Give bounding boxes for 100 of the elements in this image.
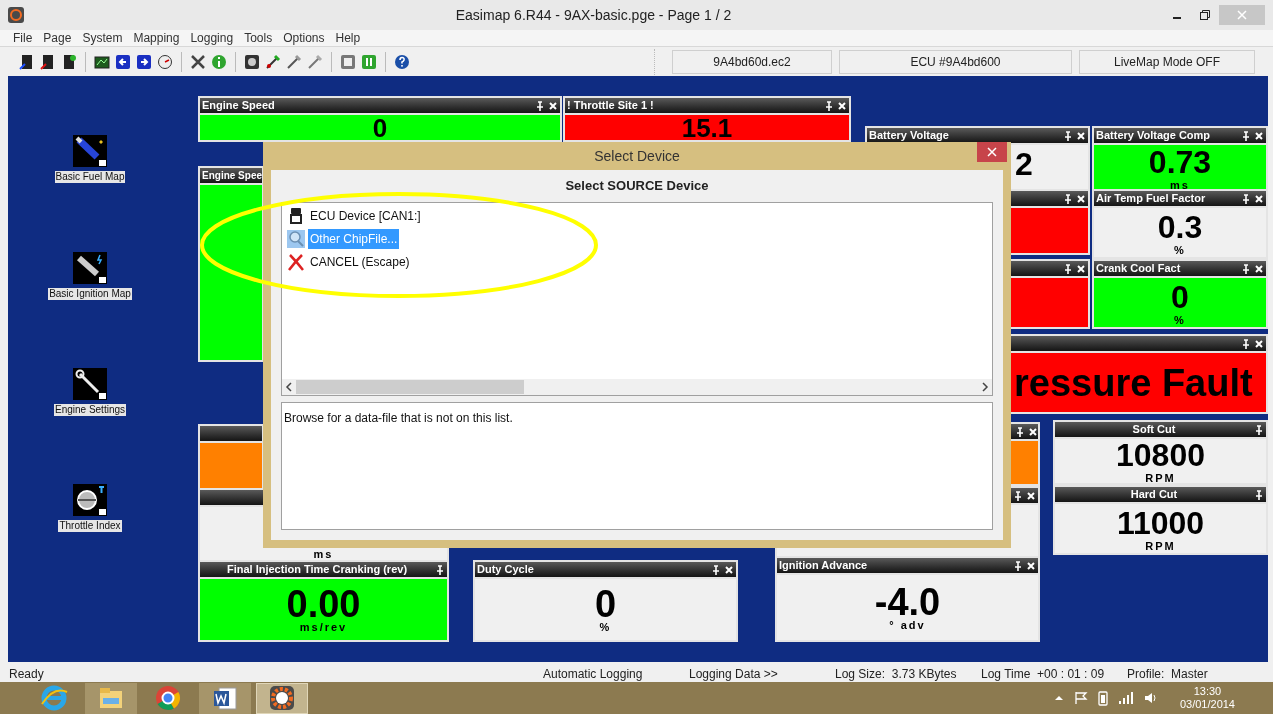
shortcut-label[interactable]: Basic Ignition Map	[48, 288, 132, 300]
menu-item[interactable]: File	[13, 29, 33, 47]
restore-icon	[1200, 10, 1210, 20]
menu-item[interactable]: Logging	[190, 29, 234, 47]
status-text: Profile: Master	[1127, 666, 1208, 683]
gauge-title: Battery Voltage	[869, 129, 950, 142]
shortcut-label[interactable]: Basic Fuel Map	[54, 171, 126, 183]
ecu-device-icon	[287, 207, 305, 225]
battery-icon[interactable]	[1097, 690, 1108, 706]
pin-icon[interactable]	[824, 100, 834, 111]
search-icon	[287, 230, 305, 248]
close-icon[interactable]	[1026, 490, 1036, 501]
pin-icon[interactable]	[1241, 263, 1251, 274]
cross-icon	[287, 253, 305, 271]
list-item[interactable]: CANCEL (Escape)	[308, 252, 412, 272]
pin-icon[interactable]	[711, 564, 721, 575]
shortcut-label[interactable]: Engine Settings	[53, 404, 127, 416]
gauge-title: Soft Cut	[1131, 423, 1177, 436]
wand-icon[interactable]	[286, 53, 302, 70]
shortcut-label[interactable]: Throttle Index	[58, 520, 122, 532]
pin-icon[interactable]	[1241, 338, 1251, 349]
gauge-title: ! Throttle Site 1 !	[567, 99, 655, 112]
close-icon[interactable]	[1028, 426, 1038, 437]
gauge-title: Battery Voltage Comp	[1096, 129, 1212, 142]
map-icon[interactable]	[94, 53, 110, 70]
gauge-value: 0.3	[1157, 209, 1203, 244]
taskbar-button[interactable]	[256, 682, 308, 714]
info-icon[interactable]	[211, 53, 227, 70]
gauge-title: Engine Spee	[202, 169, 262, 182]
gauge-unit: ms	[313, 548, 334, 560]
app-icon	[8, 7, 24, 23]
gauge-icon[interactable]	[157, 53, 173, 70]
gauge-unit: %	[599, 620, 612, 633]
close-icon[interactable]	[1254, 338, 1264, 349]
pin-icon[interactable]	[1013, 560, 1023, 571]
stop-icon[interactable]	[340, 53, 356, 70]
gauge-value: ressure Fault	[1014, 365, 1253, 400]
menu-item[interactable]: Page	[43, 29, 72, 47]
dialog-title: Select Device	[594, 146, 680, 166]
chevron-up-icon[interactable]	[1053, 693, 1064, 703]
close-icon[interactable]	[548, 100, 558, 111]
close-icon[interactable]	[837, 100, 847, 111]
wrench-icon[interactable]	[73, 368, 107, 400]
chip-icon[interactable]	[40, 53, 56, 70]
close-icon	[1237, 10, 1247, 20]
minimize-icon	[1173, 17, 1181, 19]
pin-icon[interactable]	[1241, 130, 1251, 141]
chip-icon[interactable]	[19, 53, 35, 70]
pin-icon[interactable]	[1063, 130, 1073, 141]
close-icon[interactable]	[724, 564, 734, 575]
pin-icon[interactable]	[435, 564, 445, 575]
pin-icon[interactable]	[1013, 490, 1023, 501]
flag-icon[interactable]	[1073, 691, 1088, 705]
dialog-heading: Select SOURCE Device	[564, 177, 710, 196]
close-icon[interactable]	[1076, 130, 1086, 141]
chip-icon[interactable]	[61, 53, 77, 70]
close-icon[interactable]	[1026, 560, 1036, 571]
pin-icon[interactable]	[1063, 263, 1073, 274]
gauge-value: 0	[372, 115, 388, 140]
browser-e-icon	[40, 684, 68, 712]
close-icon[interactable]	[1254, 130, 1264, 141]
pause-icon[interactable]	[361, 53, 377, 70]
pin-icon[interactable]	[1254, 424, 1264, 435]
gauge-title: Hard Cut	[1129, 488, 1179, 501]
menu-item[interactable]: Options	[283, 29, 325, 47]
gauge-unit: %	[1174, 313, 1186, 326]
gauge-title: Duty Cycle	[477, 563, 535, 576]
close-icon[interactable]	[1076, 193, 1086, 204]
close-icon[interactable]	[1254, 193, 1264, 204]
speaker-icon[interactable]	[1143, 691, 1158, 705]
toolbar-field: 9A4bd60d.ec2	[672, 49, 832, 74]
gauge-value: 0.00	[286, 586, 361, 621]
pin-icon[interactable]	[1015, 426, 1025, 437]
gauge-unit: ms	[1170, 178, 1190, 190]
toolbar-field: LiveMap Mode OFF	[1079, 49, 1255, 74]
signal-bars-icon[interactable]	[1117, 691, 1134, 705]
pin-icon[interactable]	[1063, 193, 1073, 204]
gauge-title: Final Injection Time Cranking (rev)	[225, 563, 409, 576]
gauge-value: 15.1	[681, 115, 733, 140]
list-item[interactable]: ECU Device [CAN1:]	[308, 206, 423, 226]
menu-item[interactable]: Tools	[244, 29, 273, 47]
scrollbar-thumb[interactable]	[296, 380, 524, 394]
chrome-icon	[154, 684, 182, 712]
pin-icon[interactable]	[535, 100, 545, 111]
taskbar-button[interactable]	[199, 682, 251, 714]
close-icon[interactable]	[1076, 263, 1086, 274]
gauge-value: 0	[1171, 279, 1189, 314]
pin-icon[interactable]	[1241, 193, 1251, 204]
menu-item[interactable]: Help	[335, 29, 361, 47]
wand-icon[interactable]	[265, 53, 281, 70]
gauge-value: 2	[1015, 147, 1033, 181]
close-button[interactable]	[977, 142, 1007, 162]
menu-item[interactable]: Mapping	[133, 29, 180, 47]
close-icon[interactable]	[1254, 263, 1264, 274]
pin-icon[interactable]	[1254, 489, 1264, 500]
menu-item[interactable]: System	[82, 29, 123, 47]
help-icon[interactable]	[394, 53, 410, 70]
status-text: Logging Data >>	[689, 666, 778, 683]
gauge-value: -4.0	[874, 584, 941, 619]
horizontal-scrollbar[interactable]	[282, 379, 992, 395]
